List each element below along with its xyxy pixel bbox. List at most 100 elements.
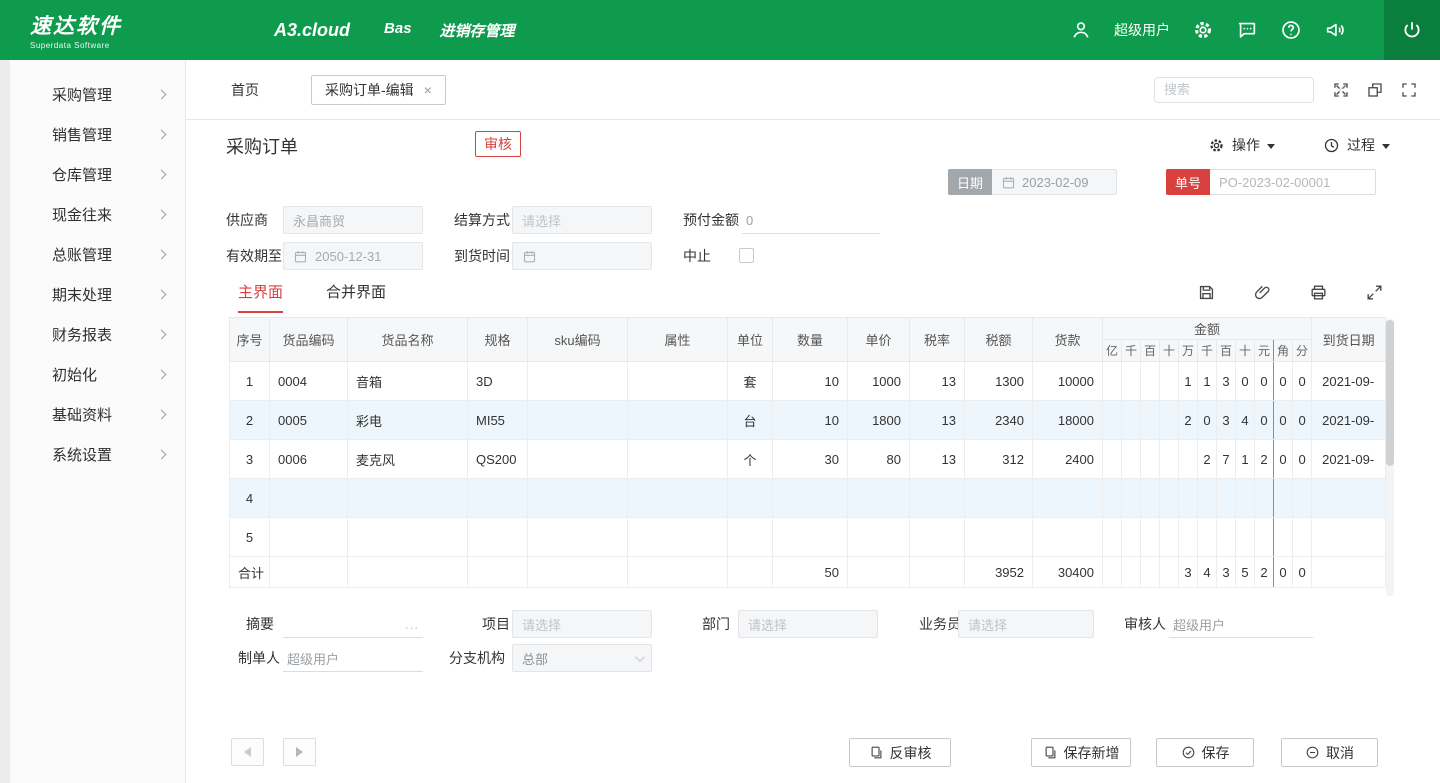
cell-amount-digit: 0 xyxy=(1236,362,1255,401)
sidebar-item[interactable]: 采购管理 xyxy=(10,74,185,114)
auditor-input[interactable]: 超级用户 xyxy=(1169,611,1313,638)
scrollbar-thumb[interactable] xyxy=(1386,320,1394,466)
cell-price: 1800 xyxy=(848,401,910,440)
project-select[interactable]: 请选择 xyxy=(512,610,652,638)
prepaid-input[interactable]: 0 xyxy=(742,207,880,234)
cell-unit: 个 xyxy=(728,440,773,479)
product-name: A3.cloud xyxy=(274,20,350,41)
sidebar-item[interactable]: 期末处理 xyxy=(10,274,185,314)
power-logout-button[interactable] xyxy=(1384,0,1440,60)
cell-amount-digit: 4 xyxy=(1198,557,1217,588)
valid-until-value: 2050-12-31 xyxy=(315,249,382,264)
restore-icon[interactable] xyxy=(1366,81,1384,99)
cancel-button[interactable]: 取消 xyxy=(1281,738,1378,767)
sidebar-item[interactable]: 销售管理 xyxy=(10,114,185,154)
save-new-button[interactable]: 保存新增 xyxy=(1031,738,1131,767)
table-row[interactable]: 20005彩电MI55台1018001323401800020340002021… xyxy=(230,401,1386,440)
detail-tab[interactable]: 合并界面 xyxy=(326,281,386,313)
cell-payment: 10000 xyxy=(1033,362,1103,401)
salesman-label: 业务员 xyxy=(919,610,961,638)
table-scrollbar[interactable] xyxy=(1386,318,1394,596)
help-icon[interactable] xyxy=(1280,19,1302,41)
valid-until-input[interactable]: 2050-12-31 xyxy=(283,242,423,270)
arrival-time-input[interactable] xyxy=(512,242,652,270)
grid-toolbar xyxy=(1197,283,1384,302)
table-row[interactable]: 10004音箱3D套1010001313001000011300002021-0… xyxy=(230,362,1386,401)
creator-input[interactable]: 超级用户 xyxy=(283,645,423,672)
sidebar-menu: 采购管理销售管理仓库管理现金往来总账管理期末处理财务报表初始化基础资料系统设置 xyxy=(10,74,185,474)
department-select[interactable]: 请选择 xyxy=(738,610,878,638)
user-icon[interactable] xyxy=(1070,19,1092,41)
summary-input[interactable]: ... xyxy=(283,611,423,638)
detail-tab[interactable]: 主界面 xyxy=(238,281,283,313)
salesman-select[interactable]: 请选择 xyxy=(958,610,1094,638)
cell-unit xyxy=(728,518,773,557)
cell-tax: 1300 xyxy=(965,362,1033,401)
cell-sku xyxy=(528,479,628,518)
supplier-input[interactable]: 永昌商贸 xyxy=(283,206,423,234)
cell-amount-digit: 0 xyxy=(1274,557,1293,588)
cell-amount-digit xyxy=(1103,401,1122,440)
cell-qty: 50 xyxy=(773,557,848,588)
settings-gear-icon[interactable] xyxy=(1192,19,1214,41)
chat-icon[interactable] xyxy=(1236,19,1258,41)
stop-checkbox[interactable] xyxy=(739,248,754,263)
document-tabbar: 首页 采购订单-编辑 × xyxy=(186,60,1440,120)
close-icon[interactable]: × xyxy=(424,83,432,97)
branch-select[interactable]: 总部 xyxy=(512,644,652,672)
search-box[interactable] xyxy=(1154,77,1314,103)
prev-record-button[interactable] xyxy=(231,738,264,766)
search-input[interactable] xyxy=(1164,82,1340,97)
announcement-speaker-icon[interactable] xyxy=(1324,19,1346,41)
save-button[interactable]: 保存 xyxy=(1156,738,1254,767)
column-header: 货款 xyxy=(1033,318,1103,362)
sidebar-item[interactable]: 仓库管理 xyxy=(10,154,185,194)
table-row[interactable]: 5 xyxy=(230,518,1386,557)
sidebar-item-label: 总账管理 xyxy=(52,244,112,265)
date-input[interactable]: 2023-02-09 xyxy=(992,169,1117,195)
settlement-select[interactable]: 请选择 xyxy=(512,206,652,234)
cell-spec: MI55 xyxy=(468,401,528,440)
tab-home[interactable]: 首页 xyxy=(231,80,259,100)
cell-taxrate: 13 xyxy=(910,440,965,479)
table-row[interactable]: 4 xyxy=(230,479,1386,518)
cell-amount-digit xyxy=(1255,479,1274,518)
next-record-button[interactable] xyxy=(283,738,316,766)
sidebar-item[interactable]: 财务报表 xyxy=(10,314,185,354)
arrow-right-icon xyxy=(296,747,303,757)
cell-arrival-date: 2021-09- xyxy=(1312,440,1386,479)
tab-purchase-order-edit[interactable]: 采购订单-编辑 × xyxy=(311,75,446,105)
summary-more-button[interactable]: ... xyxy=(405,617,419,632)
calendar-icon xyxy=(522,249,537,264)
unaudit-button[interactable]: 反审核 xyxy=(849,738,951,767)
operate-dropdown[interactable]: 操作 xyxy=(1208,135,1275,155)
column-header: 货品名称 xyxy=(348,318,468,362)
chevron-right-icon xyxy=(157,129,167,139)
sidebar-item[interactable]: 系统设置 xyxy=(10,434,185,474)
print-icon[interactable] xyxy=(1309,283,1328,302)
table-total-row: 合计503952304003435200 xyxy=(230,557,1386,588)
table-row[interactable]: 30006麦克风QS200个30801331224002712002021-09… xyxy=(230,440,1386,479)
fullscreen-icon[interactable] xyxy=(1400,81,1418,99)
sidebar-item[interactable]: 现金往来 xyxy=(10,194,185,234)
order-number-input[interactable]: PO-2023-02-00001 xyxy=(1210,169,1376,195)
process-dropdown[interactable]: 过程 xyxy=(1323,135,1390,155)
sidebar-item[interactable]: 基础资料 xyxy=(10,394,185,434)
settlement-placeholder: 请选择 xyxy=(522,211,561,230)
cell-amount-digit xyxy=(1122,401,1141,440)
sidebar: 采购管理销售管理仓库管理现金往来总账管理期末处理财务报表初始化基础资料系统设置 xyxy=(0,60,185,783)
detail-tabs: 主界面 合并界面 xyxy=(238,281,386,313)
cell-no: 1 xyxy=(230,362,270,401)
nav-item-inventory[interactable]: 进销存管理 xyxy=(440,20,515,41)
sidebar-item[interactable]: 初始化 xyxy=(10,354,185,394)
cell-price: 1000 xyxy=(848,362,910,401)
sidebar-item[interactable]: 总账管理 xyxy=(10,234,185,274)
expand-grid-icon[interactable] xyxy=(1365,283,1384,302)
cell-amount-digit xyxy=(1274,518,1293,557)
attachment-paperclip-icon[interactable] xyxy=(1253,283,1272,302)
nav-item-bas[interactable]: Bas xyxy=(384,20,412,41)
current-username: 超级用户 xyxy=(1114,20,1170,40)
save-icon[interactable] xyxy=(1197,283,1216,302)
cell-amount-digit: 1 xyxy=(1236,440,1255,479)
cell-sku xyxy=(528,440,628,479)
